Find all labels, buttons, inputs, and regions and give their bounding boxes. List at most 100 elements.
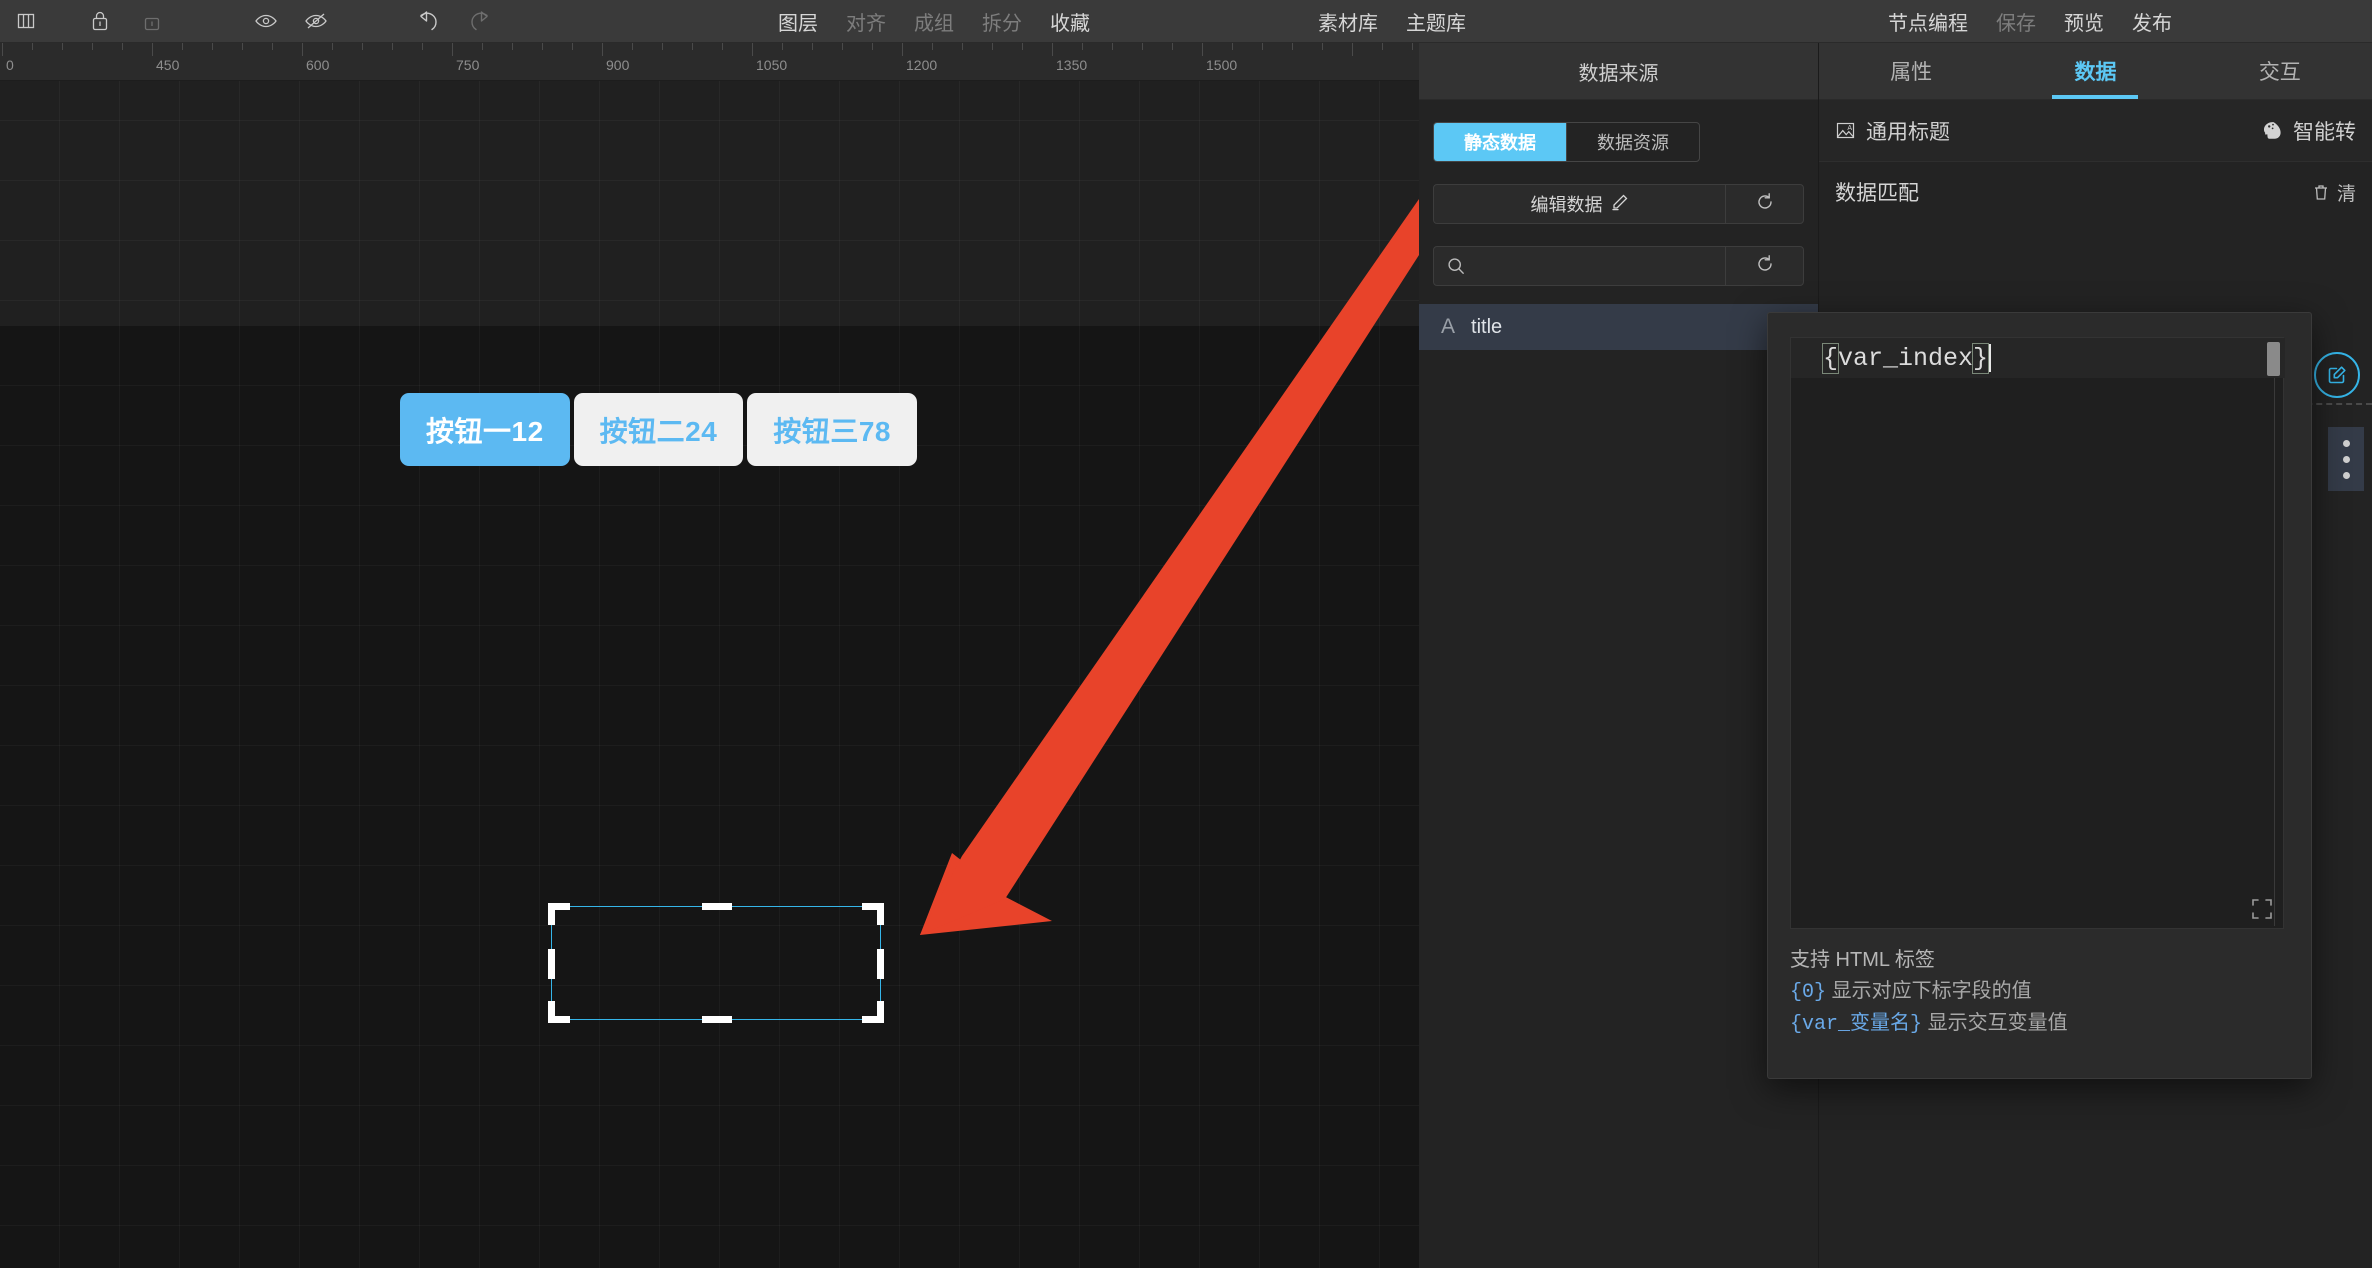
ruler-minor-tick — [782, 43, 783, 50]
lock-icon[interactable] — [82, 6, 118, 36]
ruler-minor-tick — [272, 43, 273, 50]
smart-convert-button[interactable]: 智能转 — [2260, 116, 2356, 146]
edit-circle-icon[interactable] — [2314, 352, 2360, 398]
canvas-stage[interactable] — [0, 326, 1419, 1268]
help-desc-index: 显示对应下标字段的值 — [1826, 980, 2032, 1002]
ruler-minor-tick — [632, 43, 633, 50]
ruler-minor-tick — [242, 43, 243, 50]
panel-columns-icon[interactable] — [8, 6, 44, 36]
ruler-minor-tick — [842, 43, 843, 50]
expression-code-editor[interactable]: {var_index} — [1790, 337, 2285, 929]
ruler-label: 600 — [306, 57, 330, 73]
clear-button[interactable]: 清 — [2312, 179, 2356, 206]
resize-handle-bottom-center[interactable] — [702, 1016, 732, 1023]
ruler-label: 1350 — [1056, 57, 1088, 73]
canvas-area[interactable]: 按钮一12 按钮二24 按钮三78 — [0, 81, 1419, 1268]
editor-scrollbar-thumb[interactable] — [2267, 342, 2280, 376]
ruler-major-tick — [1202, 43, 1203, 56]
canvas-button-2[interactable]: 按钮二24 — [573, 393, 744, 466]
edit-data-button[interactable]: 编辑数据 — [1434, 185, 1725, 223]
redo-icon[interactable] — [462, 6, 498, 36]
toolbar-item-ungroup[interactable]: 拆分 — [968, 7, 1036, 36]
ruler-minor-tick — [62, 43, 63, 50]
ruler-minor-tick — [1112, 43, 1113, 50]
ruler-minor-tick — [722, 43, 723, 50]
data-source-panel: 数据来源 静态数据 数据资源 编辑数据 A title — [1419, 43, 1819, 1268]
ruler-minor-tick — [1262, 43, 1263, 50]
ruler-minor-tick — [542, 43, 543, 50]
refresh-icon — [1755, 254, 1775, 279]
editor-scrollbar-track[interactable] — [2274, 378, 2275, 926]
canvas-outer-grid — [0, 81, 1419, 326]
toolbar-item-align[interactable]: 对齐 — [832, 7, 900, 36]
ruler-major-tick — [902, 43, 903, 56]
ruler-minor-tick — [992, 43, 993, 50]
tab-attributes[interactable]: 属性 — [1819, 43, 2003, 99]
toolbar-item-node-programming[interactable]: 节点编程 — [1874, 7, 1982, 36]
button-group-component[interactable]: 按钮一12 按钮二24 按钮三78 — [400, 393, 921, 466]
toolbar-item-favorites[interactable]: 收藏 — [1036, 7, 1104, 36]
field-search-row — [1433, 246, 1804, 286]
ruler-minor-tick — [1322, 43, 1323, 50]
fullscreen-icon[interactable] — [2251, 898, 2273, 920]
more-vertical-icon[interactable] — [2328, 427, 2364, 491]
search-input[interactable] — [1474, 256, 1713, 276]
data-source-title: 数据来源 — [1419, 43, 1818, 100]
smart-convert-label: 智能转 — [2293, 120, 2356, 144]
ruler-major-tick — [602, 43, 603, 56]
eye-icon[interactable] — [248, 6, 284, 36]
field-search-box[interactable] — [1434, 247, 1725, 285]
properties-tabs: 属性 数据 交互 — [1819, 43, 2372, 100]
resize-handle-top-center[interactable] — [702, 903, 732, 910]
resize-handle-bottom-right-v[interactable] — [877, 1001, 884, 1023]
ruler-major-tick — [152, 43, 153, 56]
ruler-minor-tick — [872, 43, 873, 50]
horizontal-ruler[interactable]: 0 450 600 750 900 1050 1200 1350 1500 — [0, 43, 1419, 81]
ruler-minor-tick — [392, 43, 393, 50]
code-line-1[interactable]: {var_index} — [1791, 338, 2285, 378]
toolbar-item-layers[interactable]: 图层 — [764, 7, 832, 36]
tab-data[interactable]: 数据 — [2003, 43, 2187, 99]
ruler-label: 900 — [606, 57, 630, 73]
tab-interaction[interactable]: 交互 — [2188, 43, 2372, 99]
ruler-minor-tick — [1022, 43, 1023, 50]
ruler-minor-tick — [692, 43, 693, 50]
unlock-icon[interactable] — [134, 6, 170, 36]
edit-data-label: 编辑数据 — [1530, 195, 1603, 215]
reset-data-button[interactable] — [1725, 185, 1803, 223]
selection-bounding-box[interactable] — [548, 903, 884, 1023]
ruler-minor-tick — [362, 43, 363, 50]
toolbar-item-group[interactable]: 成组 — [900, 7, 968, 36]
ruler-minor-tick — [32, 43, 33, 50]
resize-handle-middle-right[interactable] — [877, 949, 884, 979]
data-match-section: 数据匹配 清 — [1819, 162, 2372, 222]
expression-editor-popup[interactable]: {var_index} 支持 HTML 标签 {0} 显示对应下标字段的值 {v… — [1767, 312, 2312, 1079]
canvas-button-1[interactable]: 按钮一12 — [400, 393, 570, 466]
canvas-button-3[interactable]: 按钮三78 — [747, 393, 917, 466]
trash-icon — [2312, 183, 2330, 202]
toolbar-item-publish[interactable]: 发布 — [2118, 7, 2192, 36]
segment-data-resource[interactable]: 数据资源 — [1566, 123, 1699, 161]
segment-static-data[interactable]: 静态数据 — [1434, 123, 1566, 161]
toolbar-item-save[interactable]: 保存 — [1982, 7, 2050, 36]
help-token-index: {0} — [1790, 981, 1827, 1004]
data-field-row-title[interactable]: A title — [1419, 304, 1818, 350]
brain-icon — [2260, 120, 2283, 141]
resize-handle-bottom-left-v[interactable] — [548, 1001, 555, 1023]
toolbar-item-theme-library[interactable]: 主题库 — [1392, 7, 1480, 36]
search-reset-button[interactable] — [1725, 247, 1803, 285]
help-desc-variable: 显示交互变量值 — [1922, 1012, 2068, 1034]
help-line-variable: {var_变量名} 显示交互变量值 — [1790, 1008, 2290, 1040]
resize-handle-middle-left[interactable] — [548, 949, 555, 979]
top-toolbar: 图层 对齐 成组 拆分 收藏 素材库 主题库 节点编程 保存 预览 发布 — [0, 0, 2372, 43]
data-source-segmented-control: 静态数据 数据资源 — [1433, 122, 1700, 162]
ruler-minor-tick — [572, 43, 573, 50]
ruler-minor-tick — [1292, 43, 1293, 50]
resize-handle-top-left-v[interactable] — [548, 903, 555, 925]
ruler-major-tick — [2, 43, 3, 56]
resize-handle-top-right-v[interactable] — [877, 903, 884, 925]
toolbar-item-preview[interactable]: 预览 — [2050, 7, 2118, 36]
eye-off-icon[interactable] — [298, 6, 334, 36]
toolbar-item-asset-library[interactable]: 素材库 — [1304, 7, 1392, 36]
undo-icon[interactable] — [410, 6, 446, 36]
